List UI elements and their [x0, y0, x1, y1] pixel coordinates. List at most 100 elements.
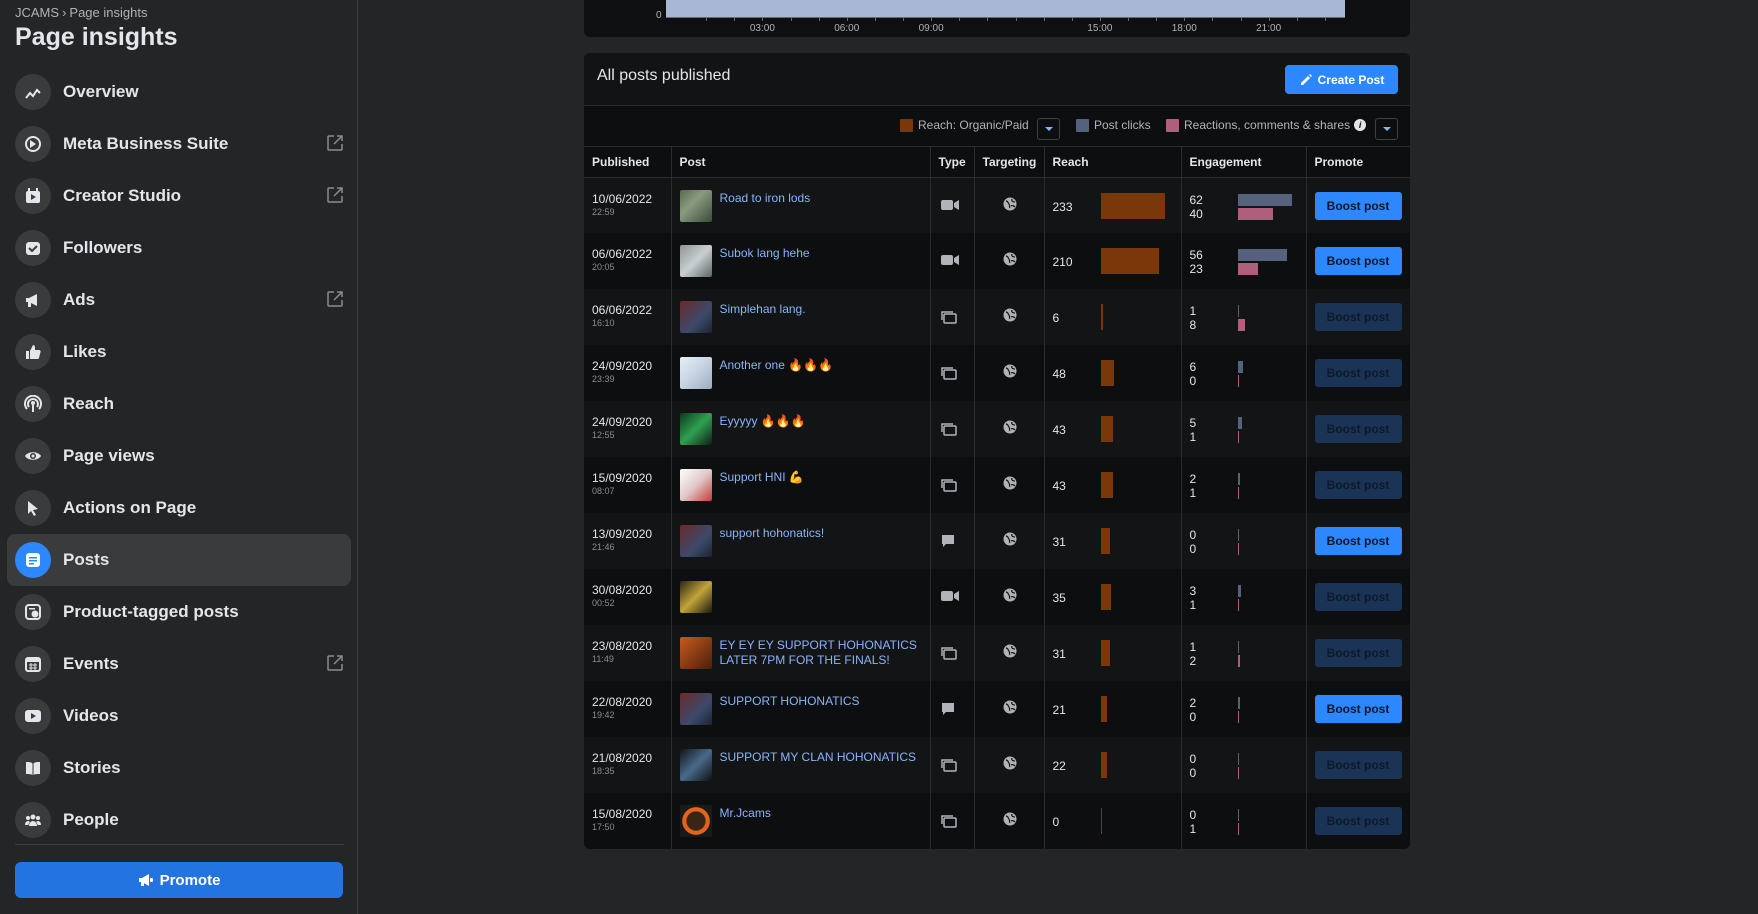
breadcrumb-account[interactable]: JCAMS: [15, 5, 59, 20]
post-thumbnail[interactable]: [679, 749, 712, 781]
column-header-type[interactable]: Type: [930, 147, 975, 178]
post-thumbnail[interactable]: [679, 469, 712, 501]
post-link[interactable]: SUPPORT MY CLAN HOHONATICS: [720, 750, 924, 765]
post-clicks-bar: [1237, 473, 1240, 485]
published-time: 23:39: [592, 374, 615, 384]
reactions-value: 0: [1189, 542, 1197, 556]
cursor-icon: [15, 490, 51, 526]
boost-post-button[interactable]: Boost post: [1314, 639, 1402, 667]
chart-tick: [987, 17, 989, 21]
sidebar-item-likes[interactable]: Likes: [7, 326, 351, 378]
legend-reach: Reach: Organic/Paid: [900, 118, 1029, 132]
create-post-button[interactable]: Create Post: [1285, 65, 1398, 94]
targeting-cell: [974, 177, 1045, 233]
sidebar-item-label: Reach: [63, 394, 115, 413]
post-thumbnail[interactable]: [679, 805, 712, 837]
sidebar-item-product-tagged-posts[interactable]: Product-tagged posts: [7, 586, 351, 638]
sidebar-item-overview[interactable]: Overview: [7, 66, 351, 118]
video-type-icon: [940, 590, 959, 605]
reach-value: 233: [1052, 199, 1073, 214]
post-link[interactable]: Subok lang hehe: [720, 246, 924, 261]
post-thumbnail[interactable]: [679, 245, 712, 277]
sidebar-item-posts[interactable]: Posts: [7, 534, 351, 586]
type-cell: [930, 457, 975, 513]
post-link[interactable]: Support HNI 💪: [720, 470, 924, 485]
promote-cell: Boost post: [1306, 737, 1410, 793]
boost-post-button[interactable]: Boost post: [1314, 415, 1402, 443]
sidebar-item-people[interactable]: People: [7, 794, 351, 846]
reach-cell: 6: [1044, 289, 1182, 345]
post-clicks-value: 1: [1189, 304, 1197, 318]
reach-metric-dropdown[interactable]: [1037, 118, 1060, 140]
info-icon[interactable]: i: [1354, 119, 1367, 131]
reach-value: 210: [1052, 255, 1073, 269]
post-link[interactable]: Another one 🔥🔥🔥: [720, 358, 924, 373]
post-thumbnail[interactable]: [679, 357, 712, 389]
post-thumbnail[interactable]: [679, 189, 712, 222]
boost-post-button[interactable]: Boost post: [1314, 247, 1402, 275]
reach-cell: 31: [1044, 513, 1182, 569]
chart-y-zero-label: 0: [656, 10, 662, 21]
boost-post-button[interactable]: Boost post: [1314, 303, 1402, 331]
promote-cell: Boost post: [1306, 625, 1410, 681]
post-thumbnail[interactable]: [679, 301, 712, 333]
sidebar-item-videos[interactable]: Videos: [7, 690, 351, 742]
sidebar-item-page-views[interactable]: Page views: [7, 430, 351, 482]
reactions-value: 40: [1189, 206, 1203, 221]
post-cell: [671, 569, 931, 625]
published-cell: 15/09/2020 08:07: [584, 457, 672, 513]
targeting-cell: [974, 737, 1045, 793]
boost-post-button[interactable]: Boost post: [1314, 695, 1402, 723]
column-header-reach[interactable]: Reach: [1044, 147, 1182, 178]
post-link[interactable]: Road to iron lods: [720, 191, 924, 206]
sidebar-item-actions-on-page[interactable]: Actions on Page: [7, 482, 351, 534]
table-row: 24/09/2020 12:55 Eyyyyy 🔥🔥🔥 43 5 1 Boost post: [584, 401, 1410, 457]
reach-bar: [1100, 528, 1110, 554]
post-clicks-bar: [1237, 305, 1239, 317]
promote-button[interactable]: Promote: [15, 862, 343, 898]
boost-post-button[interactable]: Boost post: [1314, 359, 1402, 387]
post-thumbnail[interactable]: [679, 637, 712, 669]
boost-post-button[interactable]: Boost post: [1314, 807, 1402, 835]
column-header-published[interactable]: Published: [584, 147, 672, 178]
post-thumbnail[interactable]: [679, 581, 712, 613]
chart-tick: [1296, 17, 1298, 21]
boost-post-button[interactable]: Boost post: [1314, 471, 1402, 499]
sidebar-item-meta-business-suite[interactable]: Meta Business Suite: [7, 118, 351, 170]
post-link[interactable]: Eyyyyy 🔥🔥🔥: [720, 414, 924, 429]
engagement-metric-dropdown[interactable]: [1375, 118, 1398, 140]
post-link[interactable]: support hohonatics!: [720, 526, 924, 541]
promote-label: Promote: [159, 871, 221, 889]
boost-post-button[interactable]: Boost post: [1314, 191, 1402, 220]
published-cell: 06/06/2022 20:05: [584, 233, 672, 289]
reach-cell: 0: [1044, 793, 1182, 849]
boost-post-button[interactable]: Boost post: [1314, 751, 1402, 779]
type-cell: [930, 569, 975, 625]
promote-cell: Boost post: [1306, 233, 1410, 289]
sidebar-item-reach[interactable]: Reach: [7, 378, 351, 430]
boost-post-button[interactable]: Boost post: [1314, 527, 1402, 555]
post-thumbnail[interactable]: [679, 525, 712, 557]
type-cell: [930, 233, 975, 289]
post-thumbnail[interactable]: [679, 693, 712, 725]
chart-x-axis: [666, 17, 1345, 18]
chart-tick: [1240, 17, 1242, 21]
sidebar-item-events[interactable]: Events: [7, 638, 351, 690]
sidebar-item-creator-studio[interactable]: Creator Studio: [7, 170, 351, 222]
sidebar-item-stories[interactable]: Stories: [7, 742, 351, 794]
chart-tick-label: 06:00: [834, 23, 860, 34]
post-cell: SUPPORT MY CLAN HOHONATICS: [671, 737, 931, 793]
reactions-value: 1: [1189, 430, 1197, 444]
sidebar-item-ads[interactable]: Ads: [7, 274, 351, 326]
post-link[interactable]: EY EY EY SUPPORT HOHONATICS LATER 7PM FO…: [720, 638, 924, 668]
reactions-bar: [1237, 711, 1239, 723]
post-link[interactable]: Simplehan lang.: [720, 302, 924, 317]
post-thumbnail[interactable]: [679, 413, 712, 445]
globe-icon: [1003, 197, 1017, 214]
column-header-engagement[interactable]: Engagement: [1181, 147, 1307, 178]
sidebar-item-label: Likes: [63, 342, 107, 361]
sidebar-item-followers[interactable]: Followers: [7, 222, 351, 274]
post-link[interactable]: Mr.Jcams: [720, 806, 924, 821]
post-link[interactable]: SUPPORT HOHONATICS: [720, 694, 924, 709]
boost-post-button[interactable]: Boost post: [1314, 583, 1402, 611]
